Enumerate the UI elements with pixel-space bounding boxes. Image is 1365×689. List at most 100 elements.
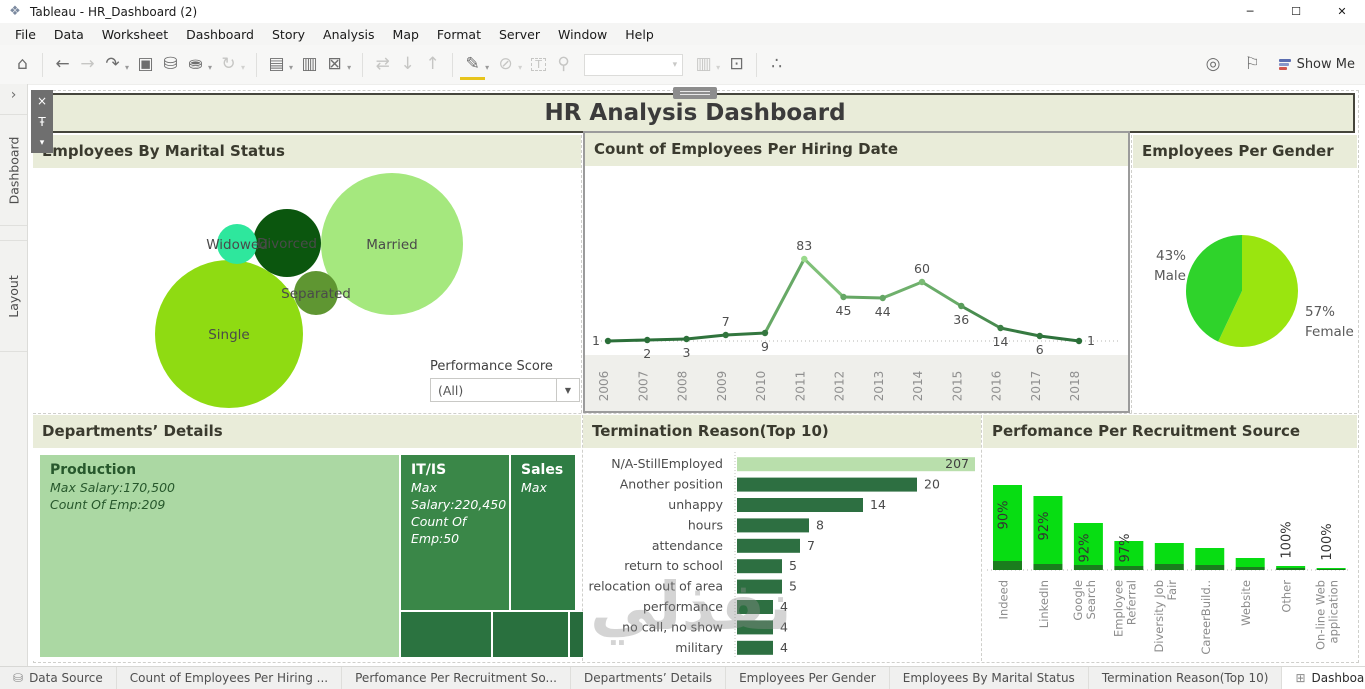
- menu-story[interactable]: Story: [263, 24, 314, 45]
- sheet-tab-data-source[interactable]: ⛁Data Source: [0, 667, 117, 689]
- back-icon[interactable]: ←: [50, 51, 75, 79]
- home-icon[interactable]: ⌂: [10, 51, 35, 79]
- menu-map[interactable]: Map: [384, 24, 428, 45]
- clear-sheet-icon[interactable]: ⊠: [322, 51, 347, 79]
- sort-ascending-icon[interactable]: ↓: [395, 51, 420, 79]
- svg-text:no call, no show: no call, no show: [622, 619, 723, 634]
- swap-rows-columns-icon[interactable]: ⇄: [370, 51, 395, 79]
- svg-text:44: 44: [875, 304, 891, 319]
- zone-divider-top-left: [581, 135, 582, 413]
- svg-text:relocation out of area: relocation out of area: [589, 579, 723, 594]
- new-worksheet-icon[interactable]: ▤: [264, 51, 289, 79]
- departments-treemap[interactable]: ProductionMax Salary:170,500Count Of Emp…: [33, 415, 581, 661]
- svg-text:1: 1: [592, 333, 600, 348]
- sheet-tab-perfomance-per-recruitment-so[interactable]: Perfomance Per Recruitment So...: [342, 667, 571, 689]
- format-attach-caret-icon[interactable]: ▾: [518, 63, 522, 72]
- sort-descending-icon[interactable]: ↑: [420, 51, 445, 79]
- svg-text:100%: 100%: [1320, 523, 1335, 560]
- hiring-line-chart[interactable]: 1237983454460361461200620072008200920102…: [585, 168, 1128, 411]
- sheet-tab-departments-details[interactable]: Departments’ Details: [571, 667, 726, 689]
- panel-gender-title: Employees Per Gender: [1133, 135, 1357, 168]
- pin-icon[interactable]: ⚲: [551, 51, 576, 79]
- zone-more-icon[interactable]: ▾: [31, 132, 53, 153]
- fit-icon[interactable]: ▥: [691, 51, 716, 79]
- toolbar-separator: [452, 53, 453, 77]
- performance-score-dropdown[interactable]: (All) ▼: [430, 378, 580, 402]
- pause-auto-updates-caret-icon[interactable]: ▾: [208, 63, 212, 72]
- chevron-down-icon[interactable]: ▼: [556, 379, 579, 401]
- treemap-node[interactable]: [493, 612, 568, 657]
- menu-server[interactable]: Server: [490, 24, 549, 45]
- sheet-tab-count-of-employees-per-hiring[interactable]: Count of Employees Per Hiring ...: [117, 667, 342, 689]
- zone-pin-icon[interactable]: Ŧ: [31, 111, 53, 132]
- treemap-node-sales[interactable]: SalesMax: [511, 455, 575, 610]
- highlight-caret-icon[interactable]: ▾: [485, 63, 489, 72]
- sheet-tab-employees-per-gender[interactable]: Employees Per Gender: [726, 667, 890, 689]
- menu-analysis[interactable]: Analysis: [314, 24, 384, 45]
- sheet-tab-employees-by-marital-status[interactable]: Employees By Marital Status: [890, 667, 1089, 689]
- svg-text:36: 36: [953, 312, 969, 327]
- fit-caret-icon[interactable]: ▾: [716, 63, 720, 72]
- sheet-tab-dashboard-1[interactable]: ⊞Dashboard 1: [1282, 667, 1365, 689]
- redo-icon[interactable]: ↷: [100, 51, 125, 79]
- pane-tab-layout[interactable]: Layout: [0, 240, 27, 352]
- sheet-tab-termination-reason-top-10[interactable]: Termination Reason(Top 10): [1089, 667, 1283, 689]
- menu-file[interactable]: File: [6, 24, 45, 45]
- duplicate-sheet-icon[interactable]: ▥: [297, 51, 322, 79]
- badge-icon[interactable]: ◎: [1201, 51, 1226, 79]
- menu-worksheet[interactable]: Worksheet: [93, 24, 177, 45]
- menu-help[interactable]: Help: [616, 24, 663, 45]
- maximize-window-button[interactable]: ☐: [1273, 0, 1319, 23]
- toolbar-combo-box[interactable]: ▾: [584, 54, 683, 76]
- new-worksheet-caret-icon[interactable]: ▾: [289, 63, 293, 72]
- menu-data[interactable]: Data: [45, 24, 93, 45]
- dropdown-value: (All): [431, 383, 556, 398]
- share-icon[interactable]: ∴: [764, 51, 789, 79]
- svg-text:20: 20: [924, 477, 940, 492]
- svg-text:On-line Web: On-line Web: [1314, 580, 1328, 650]
- sheet-tab-label: Termination Reason(Top 10): [1102, 671, 1269, 685]
- highlight-icon[interactable]: ✎: [460, 52, 485, 80]
- run-auto-updates-icon[interactable]: ↻: [216, 51, 241, 79]
- zone-drag-handle[interactable]: [673, 87, 717, 99]
- treemap-node-it-is[interactable]: IT/ISMaxSalary:220,450Count Of Emp:50: [401, 455, 509, 610]
- svg-text:207: 207: [945, 456, 969, 471]
- pause-auto-updates-icon[interactable]: ⛂: [183, 51, 208, 79]
- performance-score-filter: Performance Score (All) ▼: [430, 359, 580, 402]
- dashboard-title[interactable]: HR Analysis Dashboard: [35, 93, 1355, 133]
- gender-pie-chart[interactable]: 43%Male57%Female: [1133, 168, 1357, 413]
- pane-tab-dashboard[interactable]: Dashboard: [0, 114, 27, 226]
- svg-text:Another position: Another position: [620, 477, 723, 492]
- save-icon[interactable]: ▣: [133, 51, 158, 79]
- show-me-button[interactable]: Show Me: [1279, 57, 1355, 72]
- redo-caret-icon[interactable]: ▾: [125, 63, 129, 72]
- termination-bar-chart[interactable]: N/A-StillEmployed207Another position20un…: [583, 448, 981, 661]
- new-data-source-icon[interactable]: ⛁: [158, 51, 183, 79]
- run-auto-updates-caret-icon[interactable]: ▾: [241, 63, 245, 72]
- menu-dashboard[interactable]: Dashboard: [177, 24, 263, 45]
- presentation-mode-icon[interactable]: ⊡: [724, 51, 749, 79]
- show-hide-cards-icon[interactable]: ⚐: [1240, 51, 1265, 79]
- svg-text:14: 14: [993, 334, 1009, 349]
- svg-text:4: 4: [780, 599, 788, 614]
- minimize-window-button[interactable]: ─: [1227, 0, 1273, 23]
- svg-text:Separated: Separated: [281, 286, 351, 302]
- treemap-node-production[interactable]: ProductionMax Salary:170,500Count Of Emp…: [40, 455, 399, 657]
- svg-text:Female: Female: [1305, 324, 1354, 340]
- format-attach-icon[interactable]: ⊘: [493, 51, 518, 79]
- menu-format[interactable]: Format: [428, 24, 490, 45]
- svg-text:Diversity Job: Diversity Job: [1152, 580, 1166, 653]
- menu-window[interactable]: Window: [549, 24, 616, 45]
- treemap-node-detail: Max: [521, 480, 565, 497]
- treemap-node[interactable]: [401, 612, 491, 657]
- recruitment-bar-chart[interactable]: 90%Indeed92%LinkedIn92%GoogleSearch97%Em…: [983, 448, 1357, 661]
- expand-pane-button[interactable]: ›: [0, 84, 27, 106]
- close-window-button[interactable]: ✕: [1319, 0, 1365, 23]
- zone-close-icon[interactable]: ×: [31, 90, 53, 111]
- panel-marital-status-title: Employees By Marital Status: [33, 135, 581, 168]
- clear-sheet-caret-icon[interactable]: ▾: [347, 63, 351, 72]
- svg-text:Widowed: Widowed: [206, 237, 268, 253]
- forward-icon[interactable]: →: [75, 51, 100, 79]
- text-label-icon[interactable]: T: [526, 51, 551, 79]
- svg-text:2018: 2018: [1068, 371, 1082, 402]
